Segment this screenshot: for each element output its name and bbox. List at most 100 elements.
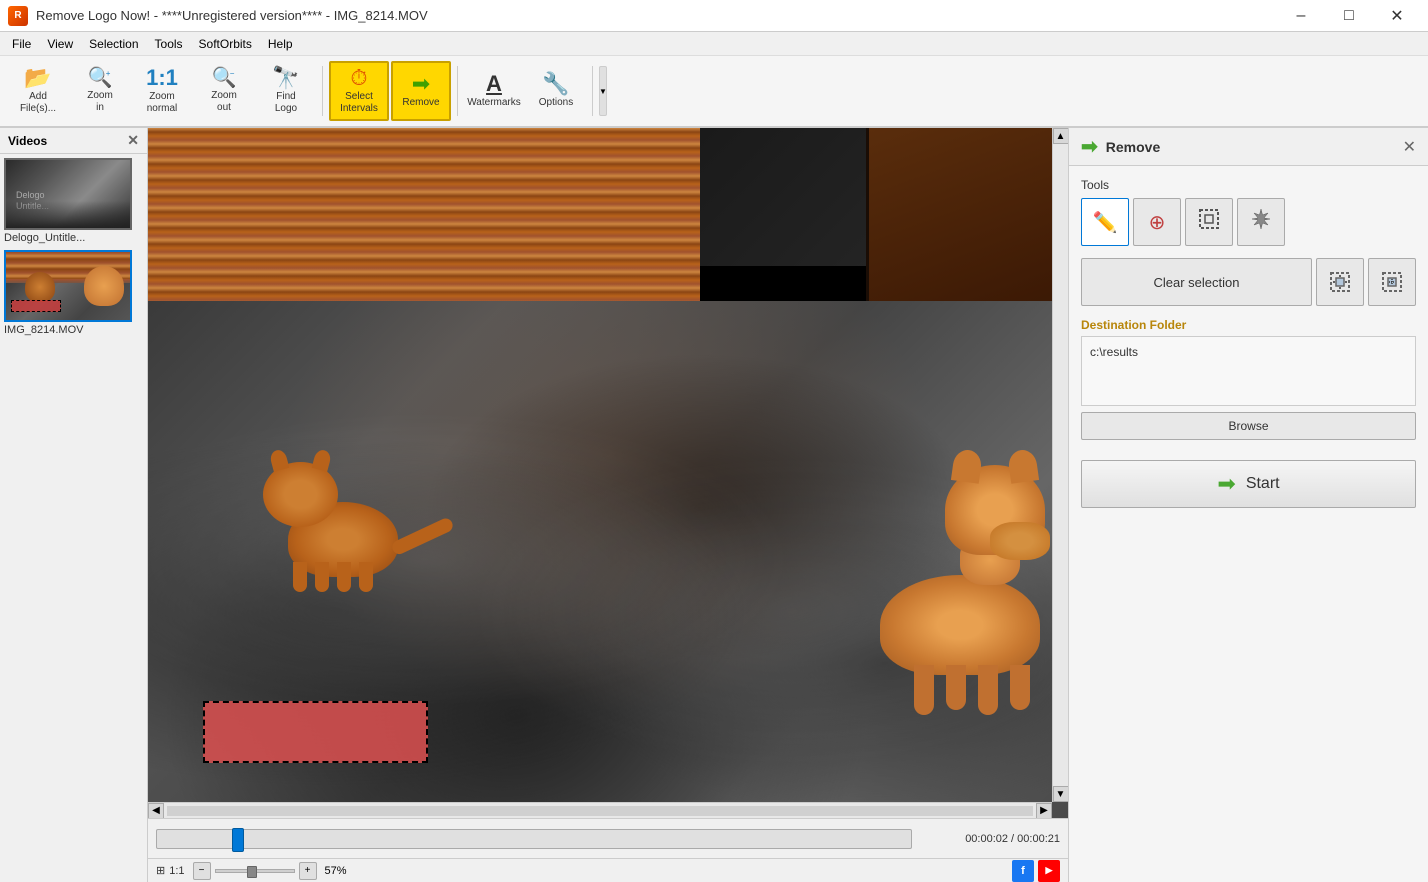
start-button[interactable]: ➡ Start — [1081, 460, 1416, 508]
clear-selection-button[interactable]: Clear selection — [1081, 258, 1312, 306]
toolbar-separator-1 — [322, 66, 323, 116]
expand-selection-button[interactable] — [1316, 258, 1364, 306]
canvas-row: ▲ ▼ ◀ ▶ — [148, 128, 1068, 818]
video-item-delogo[interactable]: DelogoUntitle... Delogo_Untitle... — [4, 158, 143, 246]
cat-leg-4 — [359, 562, 373, 592]
restore-button[interactable]: □ — [1326, 0, 1372, 32]
cat-leg-2 — [315, 562, 329, 592]
zoom-increase-button[interactable]: + — [299, 862, 317, 880]
titlebar-left: R Remove Logo Now! - ****Unregistered ve… — [8, 6, 428, 26]
toolbox-title-label: Remove — [1106, 139, 1160, 155]
add-files-button[interactable]: 📂 AddFile(s)... — [8, 61, 68, 121]
timeline-slider[interactable] — [156, 829, 912, 849]
destination-folder-section: Destination Folder c:\results Browse — [1081, 318, 1416, 440]
scroll-up-arrow[interactable]: ▲ — [1053, 128, 1069, 144]
scroll-track-h[interactable] — [167, 806, 1033, 816]
shrink-selection-button[interactable] — [1368, 258, 1416, 306]
toolbox-close-button[interactable]: ✕ — [1403, 137, 1416, 157]
tools-section: Tools ✏️ ⊕ — [1081, 178, 1416, 246]
video-label-delogo: Delogo_Untitle... — [4, 230, 143, 246]
select-intervals-button[interactable]: ⏱ SelectIntervals — [329, 61, 389, 121]
zoom-out-icon: 🔍− — [212, 68, 237, 88]
menu-selection[interactable]: Selection — [81, 35, 146, 53]
youtube-icon[interactable]: ▶ — [1038, 860, 1060, 882]
time-display: 00:00:02 / 00:00:21 — [920, 833, 1060, 845]
toolbox-header: ➡ Remove ✕ — [1069, 128, 1428, 166]
menu-help[interactable]: Help — [260, 35, 301, 53]
ratio-display: ⊞ 1:1 — [156, 864, 185, 877]
remove-label: Remove — [402, 97, 439, 109]
magic-tool-button[interactable] — [1237, 198, 1285, 246]
videos-panel-close[interactable]: ✕ — [127, 132, 139, 149]
thumb-mov-image — [6, 252, 130, 320]
thumb-text: DelogoUntitle... — [16, 190, 49, 213]
thumb-dog — [84, 266, 124, 306]
clock-icon: ⏱ — [350, 67, 367, 89]
cat-leg-1 — [293, 562, 307, 592]
zoom-in-button[interactable]: 🔍+ Zoomin — [70, 61, 130, 121]
vertical-scrollbar[interactable]: ▲ ▼ — [1052, 128, 1068, 802]
destination-path-input[interactable]: c:\results — [1081, 336, 1416, 406]
zoom-decrease-button[interactable]: − — [193, 862, 211, 880]
options-label: Options — [539, 97, 573, 109]
options-button[interactable]: 🔧 Options — [526, 61, 586, 121]
binoculars-icon: 🔭 — [272, 67, 299, 89]
close-button[interactable]: ✕ — [1374, 0, 1420, 32]
toolbar-more-button[interactable]: ▼ — [599, 66, 607, 116]
toolbar: 📂 AddFile(s)... 🔍+ Zoomin 1:1 Zoomnormal… — [0, 56, 1428, 128]
watermarks-icon: A — [486, 73, 502, 95]
menu-tools[interactable]: Tools — [147, 35, 191, 53]
toolbox-arrow-icon: ➡ — [1081, 134, 1098, 159]
toolbox-panel: ➡ Remove ✕ Tools ✏️ ⊕ — [1068, 128, 1428, 882]
pencil-tool-button[interactable]: ✏️ — [1081, 198, 1129, 246]
minimize-button[interactable]: – — [1278, 0, 1324, 32]
start-arrow-icon: ➡ — [1217, 471, 1235, 497]
scroll-right-arrow[interactable]: ▶ — [1036, 803, 1052, 819]
video-content — [148, 128, 1068, 818]
pencil-icon: ✏️ — [1093, 210, 1118, 235]
zoom-slider[interactable] — [215, 869, 295, 873]
toolbox-content: Tools ✏️ ⊕ — [1069, 166, 1428, 520]
zoom-out-button[interactable]: 🔍− Zoomout — [194, 61, 254, 121]
scroll-left-arrow[interactable]: ◀ — [148, 803, 164, 819]
dog-leg-3 — [978, 665, 998, 715]
scroll-down-arrow[interactable]: ▼ — [1053, 786, 1069, 802]
videos-panel: Videos ✕ DelogoUntitle... Delogo_Untitle… — [0, 128, 148, 882]
watermarks-button[interactable]: A Watermarks — [464, 61, 524, 121]
video-thumb-img8214 — [4, 250, 132, 322]
menu-softorbits[interactable]: SoftOrbits — [191, 35, 260, 53]
canvas-wrapper: ▲ ▼ ◀ ▶ 00:00:02 / 00:00:21 — [148, 128, 1068, 882]
start-label: Start — [1246, 475, 1280, 493]
cat-leg-3 — [337, 562, 351, 592]
timeline-thumb[interactable] — [232, 828, 244, 852]
zoom-in-label: Zoomin — [87, 90, 113, 114]
thumb-selection — [11, 300, 61, 312]
video-item-img8214[interactable]: IMG_8214.MOV — [4, 250, 143, 338]
browse-button[interactable]: Browse — [1081, 412, 1416, 440]
find-logo-button[interactable]: 🔭 FindLogo — [256, 61, 316, 121]
zoom-controls: − + 57% — [193, 862, 347, 880]
magic-wand-icon — [1249, 207, 1273, 237]
video-container[interactable] — [148, 128, 1068, 818]
rect-tool-button[interactable] — [1185, 198, 1233, 246]
selection-box[interactable] — [203, 701, 428, 763]
horizontal-scrollbar[interactable]: ◀ ▶ — [148, 802, 1052, 818]
menu-file[interactable]: File — [4, 35, 39, 53]
dog-leg-2 — [946, 665, 966, 710]
remove-button[interactable]: ➡ Remove — [391, 61, 451, 121]
cat-ear-left — [269, 448, 290, 471]
ratio-icon: ⊞ — [156, 864, 165, 877]
window-title: Remove Logo Now! - ****Unregistered vers… — [36, 8, 428, 23]
menubar: File View Selection Tools SoftOrbits Hel… — [0, 32, 1428, 56]
lasso-tool-button[interactable]: ⊕ — [1133, 198, 1181, 246]
zoom-normal-button[interactable]: 1:1 Zoomnormal — [132, 61, 192, 121]
cat-tail — [390, 516, 455, 556]
zoom-percentage: 57% — [325, 865, 347, 877]
facebook-icon[interactable]: f — [1012, 860, 1034, 882]
menu-view[interactable]: View — [39, 35, 81, 53]
watermarks-label: Watermarks — [467, 97, 521, 109]
folder-icon: 📂 — [24, 67, 51, 89]
zoom-slider-thumb[interactable] — [247, 866, 257, 878]
dog-legs — [914, 665, 1030, 715]
find-logo-label: FindLogo — [275, 91, 297, 115]
